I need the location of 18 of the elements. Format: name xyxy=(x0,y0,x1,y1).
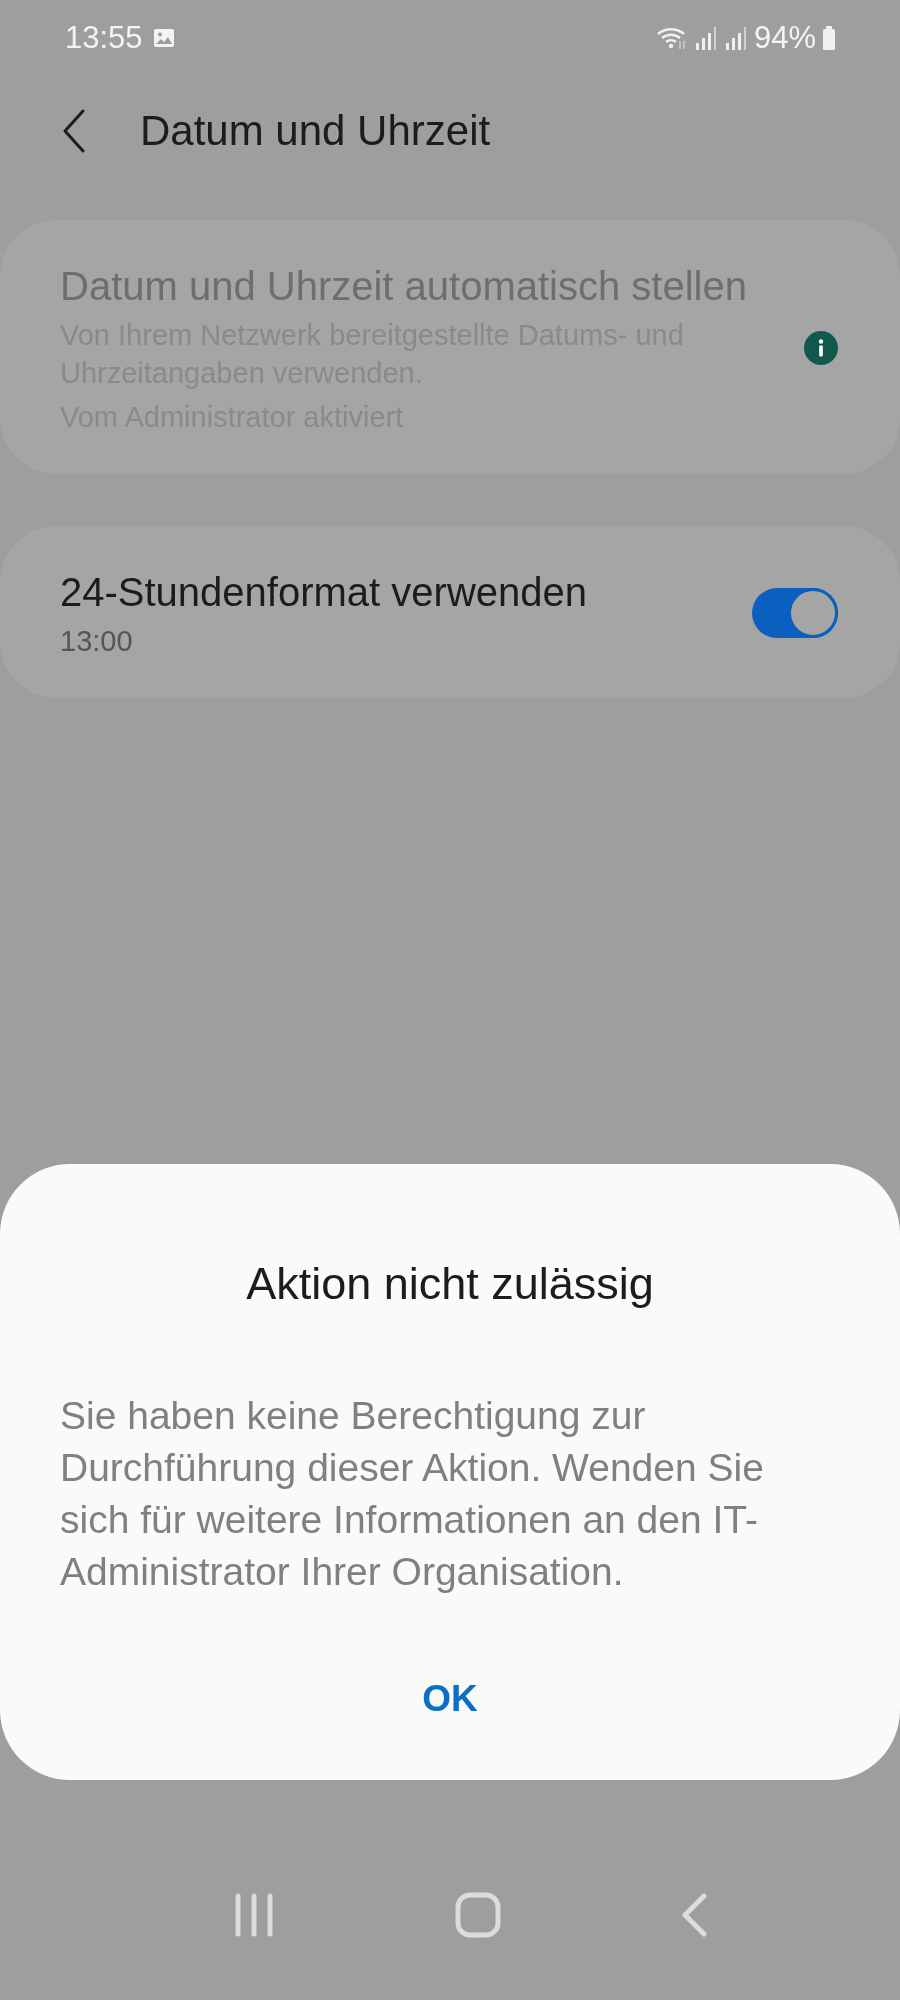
recent-apps-icon[interactable] xyxy=(233,1893,275,1937)
dialog-message: Sie haben keine Berechtigung zur Durchführung dieser Aktion. Wenden Sie sich für weitere Informationen an den IT-Administrator Ihrer Organisation. xyxy=(60,1393,765,1595)
status-time: 13:55 xyxy=(65,20,143,56)
signal-icon xyxy=(723,25,748,51)
signal-icon xyxy=(693,25,718,51)
ok-button[interactable]: OK xyxy=(362,1658,538,1740)
page-title: Datum und Uhrzeit xyxy=(140,107,491,155)
home-icon[interactable] xyxy=(455,1892,501,1938)
battery-icon xyxy=(822,25,836,51)
setting-card[interactable]: 24-Stundenformat verwenden 13:00 xyxy=(0,526,900,698)
dialog-title: Aktion nicht zulässig xyxy=(245,1257,655,1311)
image-icon xyxy=(152,28,175,48)
battery-level: 94% xyxy=(753,20,816,56)
wifi-icon xyxy=(655,25,688,51)
back-icon[interactable] xyxy=(62,109,86,153)
setting-summary: 13:00 xyxy=(60,624,134,659)
setting-title: 24-Stundenformat verwenden xyxy=(60,569,588,616)
toggle-switch[interactable] xyxy=(752,588,838,638)
